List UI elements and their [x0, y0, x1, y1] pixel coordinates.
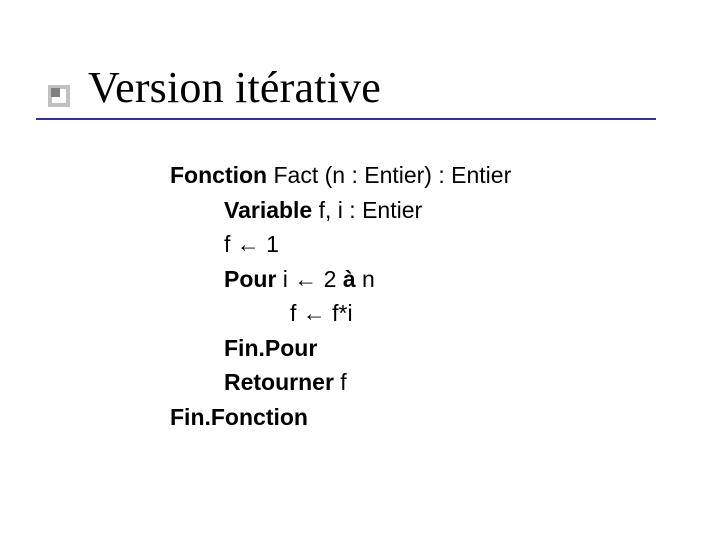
code-text: f	[340, 369, 346, 395]
kw-a: à	[343, 266, 356, 292]
code-text: i ← 2	[283, 266, 343, 292]
slide-title: Version itérative	[88, 62, 381, 113]
title-underline	[36, 118, 656, 120]
code-line: Retourner f	[224, 365, 511, 400]
code-line: Pour i ← 2 à n	[224, 262, 511, 297]
code-line: f ← f*i	[290, 296, 511, 331]
kw-variable: Variable	[224, 197, 312, 223]
code-line: Fonction Fact (n : Entier) : Entier	[170, 158, 511, 193]
kw-finfonction: Fin.Fonction	[170, 404, 308, 430]
kw-finpour: Fin.Pour	[224, 335, 317, 361]
code-text: Fact (n : Entier) : Entier	[273, 162, 511, 188]
title-block: Version itérative	[48, 62, 381, 113]
code-text: n	[362, 266, 375, 292]
square-bullet-icon	[48, 85, 70, 107]
kw-fonction: Fonction	[170, 162, 267, 188]
code-text: f ← 1	[224, 231, 279, 257]
code-line: f ← 1	[224, 227, 511, 262]
code-body: Fonction Fact (n : Entier) : Entier Vari…	[170, 158, 511, 434]
kw-pour: Pour	[224, 266, 276, 292]
kw-retourner: Retourner	[224, 369, 334, 395]
code-line: Fin.Fonction	[170, 400, 511, 435]
code-line: Variable f, i : Entier	[224, 193, 511, 228]
code-text: f, i : Entier	[319, 197, 423, 223]
code-text: f ← f*i	[290, 300, 353, 326]
code-line: Fin.Pour	[224, 331, 511, 366]
